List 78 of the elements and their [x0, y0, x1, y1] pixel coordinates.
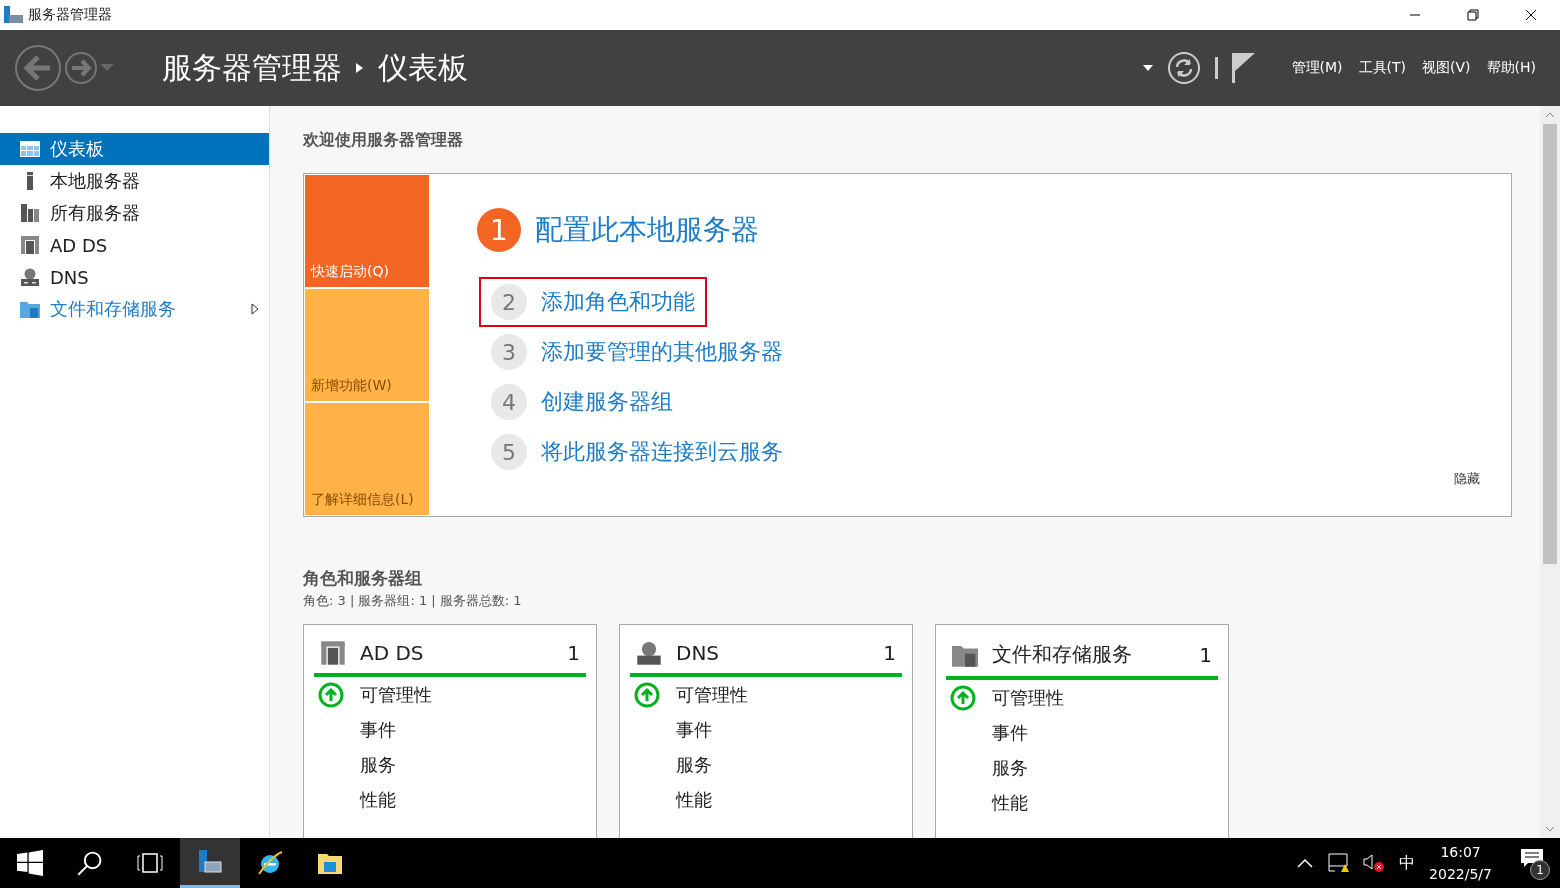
servers-icon — [20, 204, 40, 222]
tile-tab[interactable]: 新增功能(W) — [305, 289, 429, 401]
dropdown-icon[interactable] — [1142, 65, 1153, 71]
window-title: 服务器管理器 — [28, 6, 113, 24]
network-warning-icon[interactable] — [1327, 853, 1350, 873]
folder-icon — [20, 300, 40, 318]
card-title[interactable]: DNS — [676, 641, 870, 665]
sidebar-item[interactable]: AD DS — [0, 229, 269, 261]
scrollbar-thumb[interactable] — [1543, 124, 1557, 564]
section-heading: 角色和服务器组 — [303, 567, 423, 590]
status-row[interactable]: 可管理性 — [676, 682, 748, 707]
flag-icon[interactable] — [1231, 53, 1256, 83]
status-row[interactable]: 服务 — [360, 752, 396, 777]
step-number: 1 — [477, 208, 521, 252]
status-row[interactable]: 事件 — [992, 720, 1028, 745]
step-number: 3 — [491, 334, 527, 370]
close-icon[interactable] — [1525, 9, 1537, 21]
scroll-down-icon[interactable] — [1545, 824, 1555, 834]
menu-item[interactable]: 工具(T) — [1356, 55, 1409, 81]
menu-item[interactable]: 管理(M) — [1289, 55, 1345, 81]
divider-icon — [1214, 57, 1218, 79]
step-link[interactable]: 4 创建服务器组 — [479, 377, 685, 427]
sidebar-item[interactable]: DNS — [0, 261, 269, 293]
card-title[interactable]: AD DS — [360, 641, 554, 665]
step-number: 5 — [491, 434, 527, 470]
section-heading: 欢迎使用服务器管理器 — [303, 130, 464, 151]
card-count: 1 — [567, 641, 580, 665]
scroll-up-icon[interactable] — [1545, 110, 1555, 120]
step-link[interactable]: 3 添加要管理的其他服务器 — [479, 327, 795, 377]
step-label: 创建服务器组 — [541, 388, 673, 416]
step-label: 添加要管理的其他服务器 — [541, 338, 783, 366]
status-row[interactable]: 性能 — [676, 787, 712, 812]
step-link[interactable]: 2 添加角色和功能 — [479, 277, 707, 327]
sidebar-item[interactable]: 仪表板 — [0, 133, 269, 165]
separator-icon — [356, 63, 364, 73]
speaker-muted-icon[interactable] — [1363, 853, 1386, 873]
summary-text: 角色: 3 | 服务器组: 1 | 服务器总数: 1 — [303, 592, 523, 610]
app-icon — [4, 5, 24, 25]
status-row[interactable]: 性能 — [360, 787, 396, 812]
sidebar-item[interactable]: 本地服务器 — [0, 165, 269, 197]
step-label: 将此服务器连接到云服务 — [541, 438, 783, 466]
card-count: 1 — [1199, 642, 1212, 667]
server-tower-icon — [20, 236, 40, 254]
step-label: 添加角色和功能 — [541, 288, 695, 316]
breadcrumb-item[interactable]: 仪表板 — [378, 47, 468, 89]
globe-server-icon — [20, 268, 40, 286]
status-row[interactable]: 可管理性 — [992, 685, 1064, 710]
step-label: 配置此本地服务器 — [535, 212, 759, 248]
breadcrumb-item[interactable]: 服务器管理器 — [162, 47, 342, 89]
sidebar-item[interactable]: 所有服务器 — [0, 197, 269, 229]
menu-item[interactable]: 帮助(H) — [1484, 55, 1538, 81]
expand-icon[interactable] — [251, 303, 259, 315]
status-row[interactable]: 事件 — [360, 717, 396, 742]
grid-icon — [20, 140, 40, 158]
notification-badge: 1 — [1530, 860, 1550, 880]
restore-icon[interactable] — [1467, 9, 1479, 21]
hide-link[interactable]: 隐藏 — [1448, 469, 1486, 489]
clock[interactable]: 16:07 2022/5/7 — [1429, 841, 1492, 885]
status-row[interactable]: 性能 — [992, 790, 1028, 815]
globe-server-icon — [636, 641, 662, 665]
status-row[interactable]: 服务 — [992, 755, 1028, 780]
status-row[interactable]: 可管理性 — [360, 682, 432, 707]
tile-tab[interactable]: 了解详细信息(L) — [305, 403, 429, 515]
step-number: 2 — [491, 284, 527, 320]
menu-item[interactable]: 视图(V) — [1420, 55, 1473, 81]
step-link[interactable]: 1 配置此本地服务器 — [465, 199, 771, 261]
server-manager-icon[interactable] — [180, 838, 240, 888]
refresh-icon[interactable] — [1166, 51, 1201, 85]
card-title[interactable]: 文件和存储服务 — [992, 641, 1186, 668]
sidebar-item[interactable]: 文件和存储服务 — [0, 293, 269, 325]
step-link[interactable]: 5 将此服务器连接到云服务 — [479, 427, 795, 477]
card-count: 1 — [883, 641, 896, 665]
chevron-up-icon[interactable] — [1297, 858, 1314, 868]
ime-indicator[interactable]: 中 — [1399, 852, 1416, 874]
status-row[interactable]: 事件 — [676, 717, 712, 742]
step-number: 4 — [491, 384, 527, 420]
server-tower-icon — [320, 641, 346, 665]
status-row[interactable]: 服务 — [676, 752, 712, 777]
